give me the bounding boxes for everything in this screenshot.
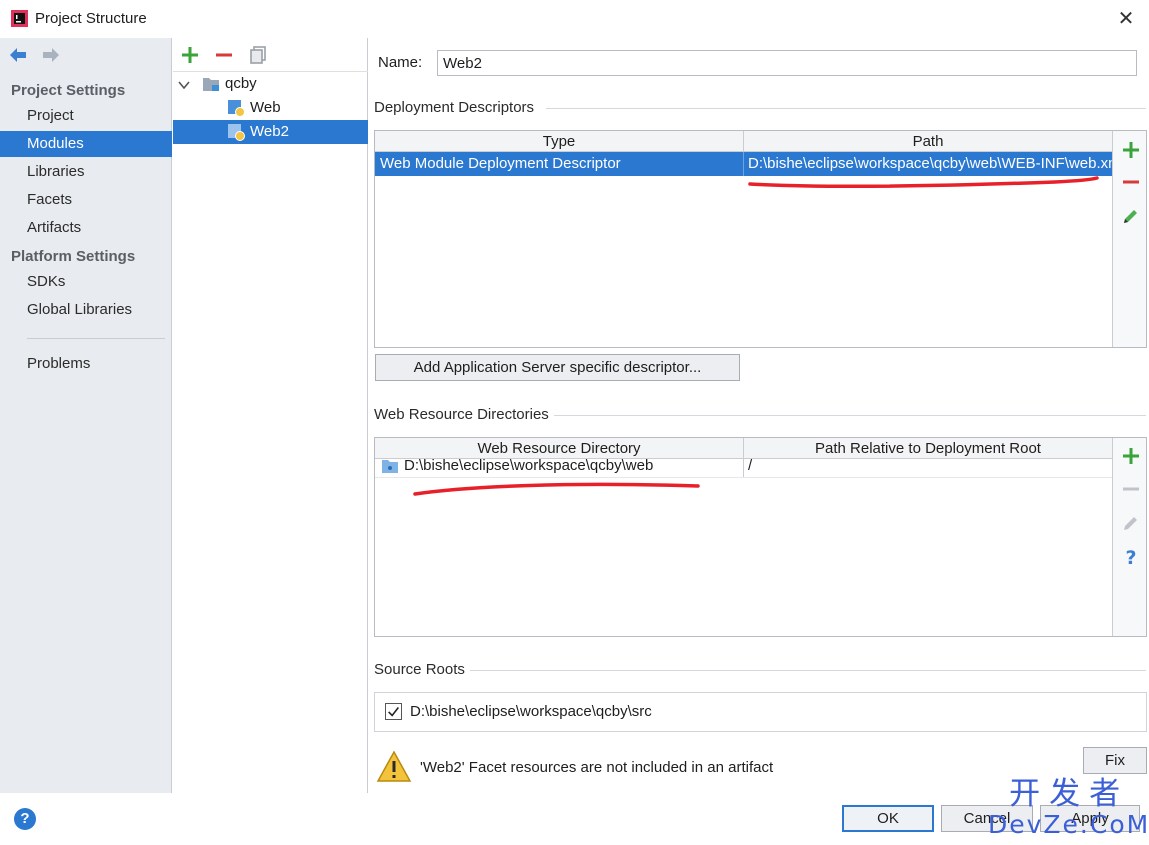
title-bar	[0, 0, 1149, 38]
sidebar-divider	[27, 338, 165, 339]
site-watermark: 开发者 DevZe.CoM	[988, 777, 1149, 839]
tree-node-web[interactable]: Web	[250, 96, 281, 120]
ok-button[interactable]: OK	[842, 805, 934, 832]
name-label: Name:	[378, 54, 423, 71]
back-arrow-icon[interactable]	[8, 46, 28, 64]
relative-path-cell: /	[748, 457, 753, 474]
sidebar-item-project[interactable]: Project	[0, 103, 172, 129]
descriptor-tools	[1112, 131, 1146, 347]
add-descriptor-icon[interactable]	[1121, 140, 1141, 160]
module-tree-toolbar	[173, 38, 368, 72]
sidebar-item-problems[interactable]: Problems	[0, 351, 172, 377]
add-server-descriptor-button[interactable]: Add Application Server specific descript…	[375, 354, 740, 381]
close-window-button[interactable]: ✕	[1112, 6, 1140, 32]
module-name-input[interactable]	[437, 50, 1137, 76]
deployment-descriptors-title: Deployment Descriptors	[374, 99, 535, 116]
add-web-resource-icon[interactable]	[1121, 446, 1141, 466]
web-facet-icon	[228, 124, 245, 141]
source-root-path: D:\bishe\eclipse\workspace\qcby\src	[410, 703, 652, 720]
web-resource-tools	[1112, 438, 1146, 636]
tree-node-web2-row[interactable]: Web2	[173, 120, 368, 144]
sidebar-item-modules[interactable]: Modules	[0, 131, 172, 157]
sidebar-item-facets[interactable]: Facets	[0, 187, 172, 213]
group-divider	[470, 670, 1146, 671]
source-roots-title: Source Roots	[374, 661, 465, 678]
folder-icon	[382, 460, 398, 473]
tree-node-web2: Web2	[250, 123, 289, 140]
watermark-cn-text: 开发者	[1009, 776, 1130, 812]
sidebar-item-sdks[interactable]: SDKs	[0, 269, 172, 295]
column-divider	[743, 131, 744, 152]
module-folder-icon	[203, 78, 219, 91]
forward-arrow-icon[interactable]	[41, 46, 61, 64]
svg-text:?: ?	[1125, 547, 1136, 567]
sidebar-item-global-libraries[interactable]: Global Libraries	[0, 297, 172, 323]
remove-descriptor-icon[interactable]	[1121, 172, 1141, 192]
project-settings-heading: Project Settings	[11, 82, 126, 99]
help-button[interactable]: ?	[14, 808, 36, 830]
copy-icon[interactable]	[248, 45, 268, 65]
column-divider	[743, 152, 744, 176]
intellij-app-icon	[11, 10, 28, 27]
sidebar-item-libraries[interactable]: Libraries	[0, 159, 172, 185]
web-resource-directories-title: Web Resource Directories	[374, 406, 549, 423]
platform-settings-heading: Platform Settings	[11, 248, 136, 265]
watermark-en-text: DevZe.CoM	[988, 810, 1149, 839]
window-title: Project Structure	[35, 10, 147, 27]
web-resource-dir-cell: D:\bishe\eclipse\workspace\qcby\web	[404, 457, 654, 474]
red-underline-annotation	[748, 176, 1099, 188]
fix-button[interactable]: Fix	[1083, 747, 1147, 774]
descriptor-type-cell: Web Module Deployment Descriptor	[380, 155, 621, 172]
source-root-checkbox[interactable]	[385, 703, 402, 720]
group-divider	[546, 108, 1146, 109]
help-question-icon[interactable]: ?	[1121, 547, 1141, 567]
tree-node-qcby[interactable]: qcby	[225, 72, 257, 96]
chevron-down-icon[interactable]	[178, 80, 190, 90]
table-row[interactable]: D:\bishe\eclipse\workspace\qcby\web /	[375, 456, 1112, 478]
edit-pencil-icon[interactable]	[1121, 206, 1141, 226]
sidebar-item-artifacts[interactable]: Artifacts	[0, 215, 172, 241]
remove-icon[interactable]	[214, 45, 234, 65]
group-divider	[554, 415, 1146, 416]
red-underline-annotation	[413, 482, 700, 496]
column-header-type[interactable]: Type	[375, 131, 743, 152]
warning-icon	[376, 750, 412, 782]
module-tree-panel	[173, 38, 368, 793]
column-header-path[interactable]: Path	[744, 131, 1112, 152]
warning-message: 'Web2' Facet resources are not included …	[420, 759, 774, 776]
remove-web-resource-icon[interactable]	[1121, 479, 1141, 499]
web-facet-icon	[228, 100, 245, 117]
edit-pencil-icon[interactable]	[1121, 513, 1141, 533]
add-icon[interactable]	[180, 45, 200, 65]
